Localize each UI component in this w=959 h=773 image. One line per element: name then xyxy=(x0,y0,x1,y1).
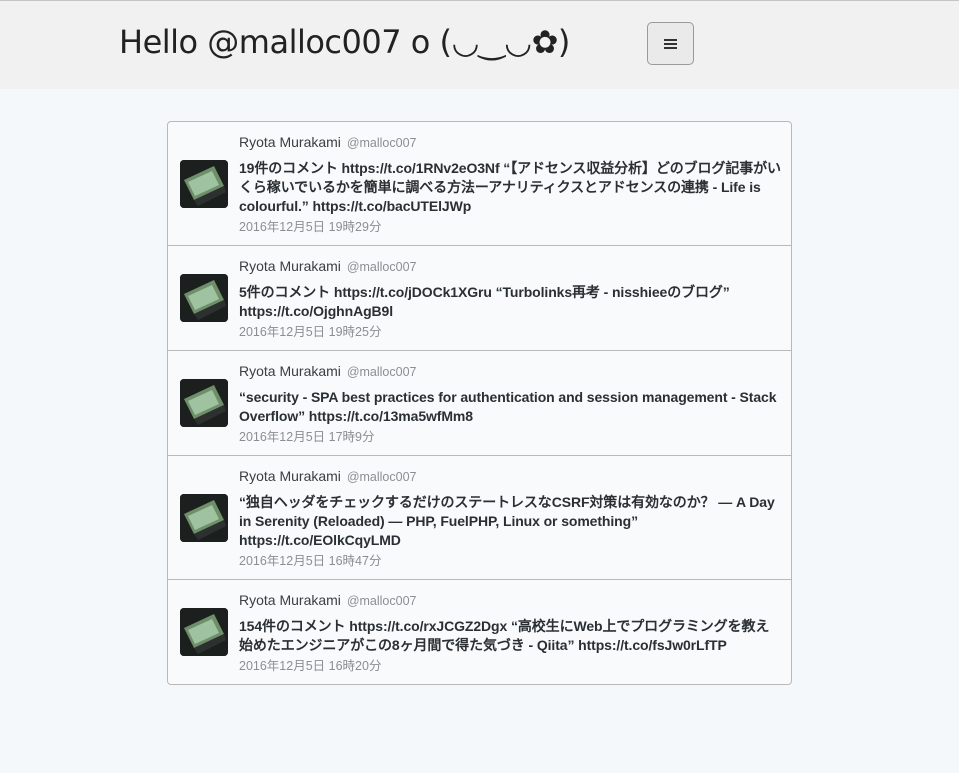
avatar[interactable] xyxy=(180,379,228,427)
tweet-item[interactable]: Ryota Murakami @malloc007 5件のコメント https:… xyxy=(168,246,791,351)
avatar[interactable] xyxy=(180,274,228,322)
hamburger-icon xyxy=(664,37,677,51)
tweet-author-handle[interactable]: @malloc007 xyxy=(347,365,417,379)
avatar[interactable] xyxy=(180,159,228,208)
top-navbar: Hello @malloc007 o (◡‿◡✿) xyxy=(0,0,959,89)
tweet-timestamp[interactable]: 2016年12月5日 16時47分 xyxy=(239,553,781,569)
tweet-item[interactable]: Ryota Murakami @malloc007 19件のコメント https… xyxy=(168,122,791,246)
tweet-author-name[interactable]: Ryota Murakami xyxy=(239,134,341,150)
tweet-author-name[interactable]: Ryota Murakami xyxy=(239,592,341,608)
page-title: Hello @malloc007 o (◡‿◡✿) xyxy=(119,23,570,61)
tweet-author-name[interactable]: Ryota Murakami xyxy=(239,468,341,484)
tweet-text: 5件のコメント https://t.co/jDOCk1XGru “Turboli… xyxy=(239,284,730,319)
tweet-item[interactable]: Ryota Murakami @malloc007 “独自ヘッダをチェックするだ… xyxy=(168,456,791,580)
tweet-timestamp[interactable]: 2016年12月5日 19時25分 xyxy=(239,324,781,340)
tweet-author-name[interactable]: Ryota Murakami xyxy=(239,258,341,274)
menu-toggle-button[interactable] xyxy=(647,22,694,65)
avatar[interactable] xyxy=(180,493,228,542)
tweet-timestamp[interactable]: 2016年12月5日 16時20分 xyxy=(239,658,781,674)
tweet-author-name[interactable]: Ryota Murakami xyxy=(239,363,341,379)
tweet-author-handle[interactable]: @malloc007 xyxy=(347,470,417,484)
avatar[interactable] xyxy=(180,608,228,656)
tweet-timestamp[interactable]: 2016年12月5日 17時9分 xyxy=(239,429,781,445)
tweet-item[interactable]: Ryota Murakami @malloc007 154件のコメント http… xyxy=(168,580,791,684)
tweet-timestamp[interactable]: 2016年12月5日 19時29分 xyxy=(239,219,781,235)
tweet-text: 19件のコメント https://t.co/1RNv2eO3Nf “【アドセンス… xyxy=(239,160,781,214)
tweet-list: Ryota Murakami @malloc007 19件のコメント https… xyxy=(167,121,792,685)
tweet-text: “独自ヘッダをチェックするだけのステートレスなCSRF対策は有効なのか？ — A… xyxy=(239,494,775,548)
tweet-item[interactable]: Ryota Murakami @malloc007 “security - SP… xyxy=(168,351,791,456)
tweet-author-handle[interactable]: @malloc007 xyxy=(347,594,417,608)
tweet-author-handle[interactable]: @malloc007 xyxy=(347,136,417,150)
tweet-text: “security - SPA best practices for authe… xyxy=(239,389,777,424)
tweet-author-handle[interactable]: @malloc007 xyxy=(347,260,417,274)
tweet-text: 154件のコメント https://t.co/rxJCGZ2Dgx “高校生にW… xyxy=(239,618,770,653)
